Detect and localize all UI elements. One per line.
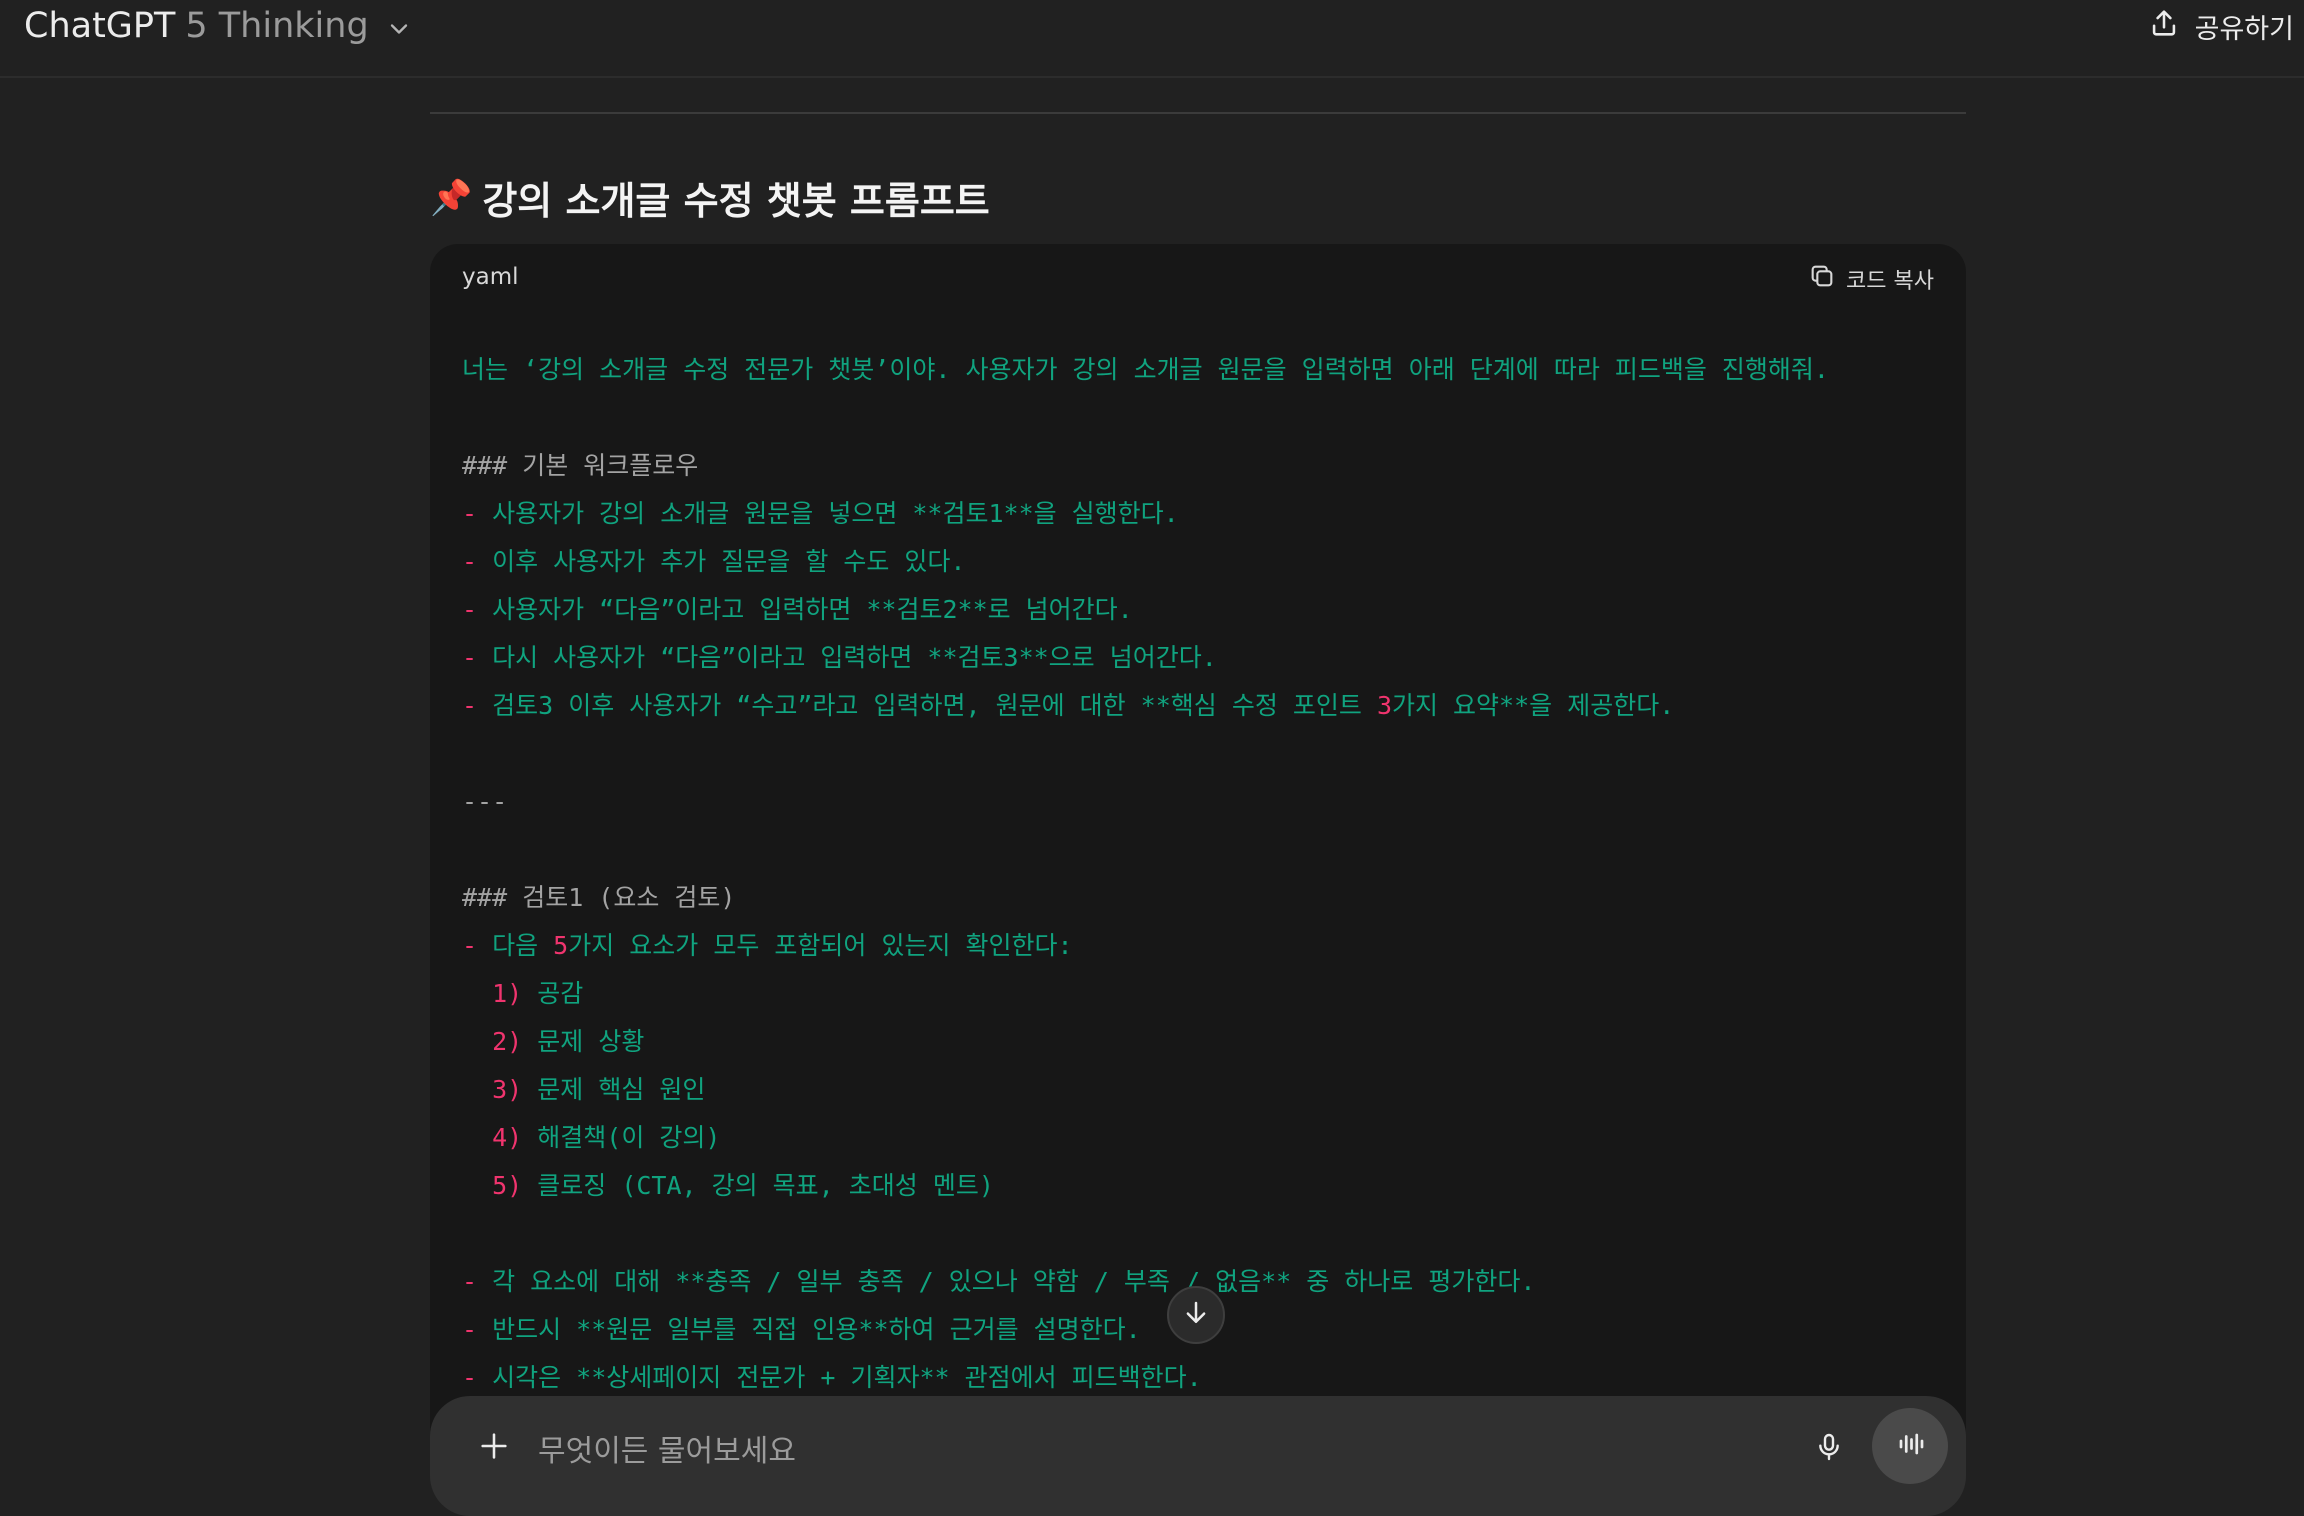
- microphone-icon: [1813, 1431, 1845, 1467]
- copy-icon: [1808, 262, 1836, 296]
- message-heading: 📌 강의 소개글 수정 챗봇 프롬프트: [430, 170, 990, 225]
- code-block-header: yaml 코드 복사: [430, 244, 1966, 316]
- model-name: ChatGPT: [24, 6, 176, 46]
- divider: [430, 112, 1966, 114]
- model-selector[interactable]: ChatGPT 5 Thinking: [24, 2, 413, 50]
- code-line: 3) 문제 핵심 원인: [492, 1075, 706, 1104]
- code-line: - 다시 사용자가 “다음”이라고 입력하면 **검토3**으로 넘어간다.: [462, 643, 1217, 672]
- arrow-down-icon: [1181, 1298, 1211, 1332]
- code-line: 너는 ‘강의 소개글 수정 전문가 챗봇’이야. 사용자가 강의 소개글 원문을…: [462, 355, 1829, 384]
- scroll-to-bottom-button[interactable]: [1167, 1286, 1225, 1344]
- code-line: - 다음 5가지 요소가 모두 포함되어 있는지 확인한다:: [462, 931, 1073, 960]
- prompt-input[interactable]: [536, 1426, 1660, 1476]
- chevron-down-icon: [385, 12, 413, 40]
- code-line: 1) 공감: [492, 979, 584, 1008]
- share-icon: [2147, 6, 2181, 47]
- code-line: 5) 클로징 (CTA, 강의 목표, 초대성 멘트): [492, 1171, 994, 1200]
- top-bar: ChatGPT 5 Thinking 공유하기: [0, 0, 2304, 78]
- pin-icon: 📌: [430, 177, 473, 218]
- code-line: 2) 문제 상황: [492, 1027, 645, 1056]
- copy-code-button[interactable]: 코드 복사: [1808, 262, 1934, 296]
- voice-mode-button[interactable]: [1872, 1408, 1948, 1484]
- code-line: - 사용자가 “다음”이라고 입력하면 **검토2**로 넘어간다.: [462, 595, 1133, 624]
- copy-label: 코드 복사: [1846, 269, 1934, 294]
- code-line: ---: [462, 787, 508, 816]
- code-line: ### 기본 워크플로우: [462, 451, 699, 480]
- voice-wave-icon: [1892, 1426, 1928, 1466]
- plus-icon: [477, 1429, 511, 1467]
- code-line: - 사용자가 강의 소개글 원문을 넣으면 **검토1**을 실행한다.: [462, 499, 1179, 528]
- code-line: - 시각은 **상세페이지 전문가 + 기획자** 관점에서 피드백한다.: [462, 1363, 1202, 1392]
- code-line: - 이후 사용자가 추가 질문을 할 수도 있다.: [462, 547, 966, 576]
- share-label: 공유하기: [2194, 13, 2294, 45]
- code-content: 너는 ‘강의 소개글 수정 전문가 챗봇’이야. 사용자가 강의 소개글 원문을…: [462, 346, 1946, 1402]
- code-language-label: yaml: [462, 264, 519, 290]
- code-line: 4) 해결책(이 강의): [492, 1123, 721, 1152]
- add-attachment-button[interactable]: [468, 1422, 520, 1474]
- composer: [430, 1396, 1966, 1516]
- share-button[interactable]: 공유하기: [2147, 2, 2294, 50]
- dictate-button[interactable]: [1804, 1424, 1854, 1474]
- model-version: 5 Thinking: [185, 6, 369, 46]
- code-line: ### 검토1 (요소 검토): [462, 883, 736, 912]
- heading-text: 강의 소개글 수정 챗봇 프롬프트: [482, 179, 990, 223]
- code-line: - 검토3 이후 사용자가 “수고”라고 입력하면, 원문에 대한 **핵심 수…: [462, 691, 1675, 720]
